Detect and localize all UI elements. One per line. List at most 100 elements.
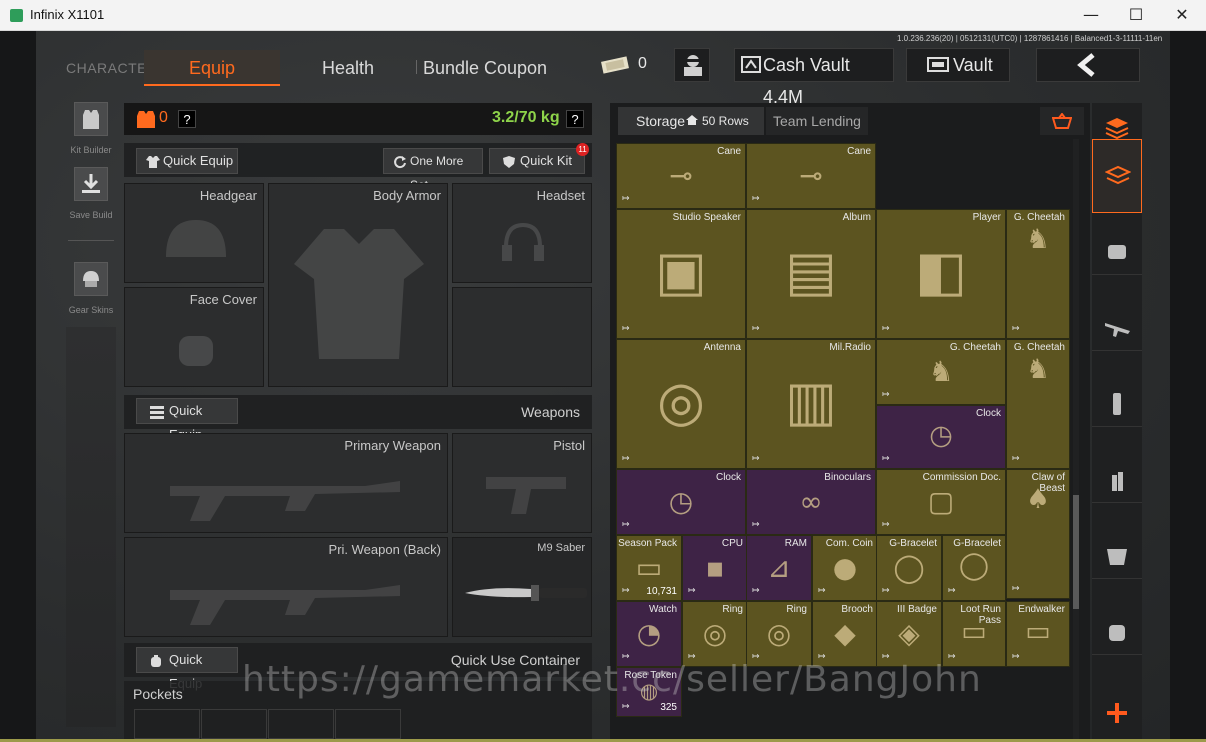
pocket-slot[interactable] <box>134 709 200 739</box>
item-name: Binoculars <box>824 472 871 483</box>
storage-scrollbar-track[interactable] <box>1073 139 1079 739</box>
storage-item[interactable]: ▢ Commission Doc. ↦ <box>876 469 1006 535</box>
ticket-counter[interactable]: 0 <box>598 48 658 82</box>
weight-help-button[interactable]: ? <box>566 110 584 128</box>
pocket-slot[interactable] <box>268 709 334 739</box>
pocket-slot[interactable] <box>335 709 401 739</box>
storage-item[interactable]: ∞ Binoculars ↦ <box>746 469 876 535</box>
storage-item[interactable]: ◆ Brooch ↦ <box>812 601 878 667</box>
item-name: Player <box>972 212 1001 223</box>
primary-weapon-label: Primary Weapon <box>344 438 441 453</box>
item-action-icon: ↦ <box>882 585 890 595</box>
version-text: 1.0.236.236(20) | 0512131(UTC0) | 128786… <box>897 34 1163 43</box>
category-magazines[interactable] <box>1092 379 1142 427</box>
storage-item[interactable]: ⊿ RAM ↦ <box>746 535 812 601</box>
back-weapon-slot[interactable]: Pri. Weapon (Back) <box>124 537 448 637</box>
storage-rows: 50 Rows <box>702 114 749 128</box>
kit-builder-button[interactable] <box>74 102 108 136</box>
storage-item[interactable]: ▥ Mil.Radio ↦ <box>746 339 876 469</box>
storage-item[interactable]: ◎ Ring ↦ <box>746 601 812 667</box>
weapons-quick-equip-button[interactable]: Quick Equip <box>136 398 238 442</box>
container-quick-equip-button[interactable]: Quick Equip <box>136 647 238 691</box>
item-icon: ⊿ <box>767 551 791 584</box>
storage-item[interactable]: ◧ Player ↦ <box>876 209 1006 339</box>
storage-item[interactable]: ▭ Endwalker ↦ <box>1006 601 1070 667</box>
storage-item[interactable]: ◔ Watch ↦ <box>616 601 682 667</box>
category-valuables[interactable] <box>1092 139 1142 213</box>
gear-quick-equip-button[interactable]: Quick Equip <box>136 148 238 174</box>
tab-storage[interactable]: Storage 50 Rows <box>618 107 764 135</box>
add-category-button[interactable] <box>1092 689 1142 737</box>
storage-scrollbar-thumb[interactable] <box>1073 495 1079 609</box>
storage-item[interactable]: ♠ Claw of Beast ↦ <box>1006 469 1070 599</box>
face-cover-slot[interactable]: Face Cover <box>124 287 264 387</box>
storage-item[interactable]: ♞ G. Cheetah ↦ <box>1006 339 1070 469</box>
mail-button[interactable] <box>674 48 710 82</box>
storage-item[interactable]: ◈ III Badge ↦ <box>876 601 942 667</box>
storage-item[interactable]: ▤ Album ↦ <box>746 209 876 339</box>
tab-bundle-coupon[interactable]: Bundle Coupon <box>420 50 550 86</box>
category-armor[interactable] <box>1092 531 1142 579</box>
vault-icon <box>927 57 949 72</box>
watermark: https://gamemarket.cc/seller/BangJohn <box>242 659 982 700</box>
storage-item[interactable]: ▣ Studio Speaker ↦ <box>616 209 746 339</box>
close-window-button[interactable]: ✕ <box>1159 0 1205 31</box>
quick-kit-button[interactable]: Quick Kit 11 <box>489 143 589 174</box>
minimize-button[interactable]: — <box>1068 0 1114 31</box>
storage-item[interactable]: ▪ CPU ↦ <box>682 535 748 601</box>
storage-item[interactable]: ♞ G. Cheetah ↦ <box>876 339 1006 405</box>
tab-health[interactable]: Health <box>300 50 396 86</box>
gear-skins-button[interactable] <box>74 262 108 296</box>
storage-item[interactable]: ⊸ Cane ↦ <box>616 143 746 209</box>
storage-item[interactable]: ◎ Antenna ↦ <box>616 339 746 469</box>
item-count: 10,731 <box>646 586 677 597</box>
storage-item[interactable]: ▭ Loot Run Pass ↦ <box>942 601 1006 667</box>
category-rifles[interactable] <box>1092 303 1142 351</box>
headgear-slot[interactable]: Headgear <box>124 183 264 283</box>
item-name: Ring <box>786 604 807 615</box>
one-more-set-button[interactable]: One More Set <box>383 148 483 192</box>
storage-item[interactable]: ◷ Clock ↦ <box>876 405 1006 469</box>
sort-button[interactable] <box>1040 107 1084 135</box>
storage-item[interactable]: ◯ G-Bracelet ↦ <box>942 535 1006 601</box>
storage-item[interactable]: ◷ Clock ↦ <box>616 469 746 535</box>
tab-character[interactable]: CHARACTER <box>66 50 157 86</box>
body-armor-slot[interactable]: Body Armor <box>268 183 448 387</box>
item-name: Season Pack <box>618 538 677 549</box>
item-action-icon: ↦ <box>1012 323 1020 333</box>
item-name: Ring <box>722 604 743 615</box>
cash-vault-button[interactable]: Cash Vault 4.4M <box>734 48 894 107</box>
armor-help-button[interactable]: ? <box>178 110 196 128</box>
item-name: Cane <box>847 146 871 157</box>
tab-equip[interactable]: Equip <box>144 50 280 86</box>
category-ammo[interactable] <box>1092 455 1142 503</box>
headset-slot[interactable]: Headset <box>452 183 592 283</box>
storage-item[interactable]: ◯ G-Bracelet ↦ <box>876 535 942 601</box>
vault-button[interactable]: Vault <box>906 48 1010 82</box>
storage-item[interactable]: ◎ Ring ↦ <box>682 601 748 667</box>
storage-item[interactable]: ● Com. Coin ↦ <box>812 535 878 601</box>
maximize-button[interactable]: ☐ <box>1113 0 1159 31</box>
headset-label: Headset <box>536 188 585 203</box>
tab-team-lending[interactable]: Team Lending <box>766 107 868 135</box>
category-gear[interactable] <box>1092 227 1142 275</box>
melee-label: M9 Saber <box>537 542 585 554</box>
vault-label: Vault <box>953 55 993 75</box>
back-button[interactable] <box>1036 48 1140 82</box>
item-action-icon: ↦ <box>948 585 956 595</box>
weight-readout: 3.2/70 kg <box>492 109 560 126</box>
empty-gear-slot[interactable] <box>452 287 592 387</box>
category-medical[interactable] <box>1092 607 1142 655</box>
pistol-slot[interactable]: Pistol <box>452 433 592 533</box>
item-name: G. Cheetah <box>949 342 1001 353</box>
item-icon: ◎ <box>657 369 705 433</box>
melee-slot[interactable]: M9 Saber <box>452 537 592 637</box>
primary-weapon-slot[interactable]: Primary Weapon <box>124 433 448 533</box>
plus-icon <box>1107 703 1127 723</box>
pocket-slot[interactable] <box>201 709 267 739</box>
save-build-button[interactable] <box>74 167 108 201</box>
storage-item[interactable]: ⊸ Cane ↦ <box>746 143 876 209</box>
storage-item[interactable]: ▭ Season Pack ↦ 10,731 <box>616 535 682 601</box>
storage-item[interactable]: ♞ G. Cheetah ↦ <box>1006 209 1070 339</box>
item-count: 325 <box>660 702 677 713</box>
